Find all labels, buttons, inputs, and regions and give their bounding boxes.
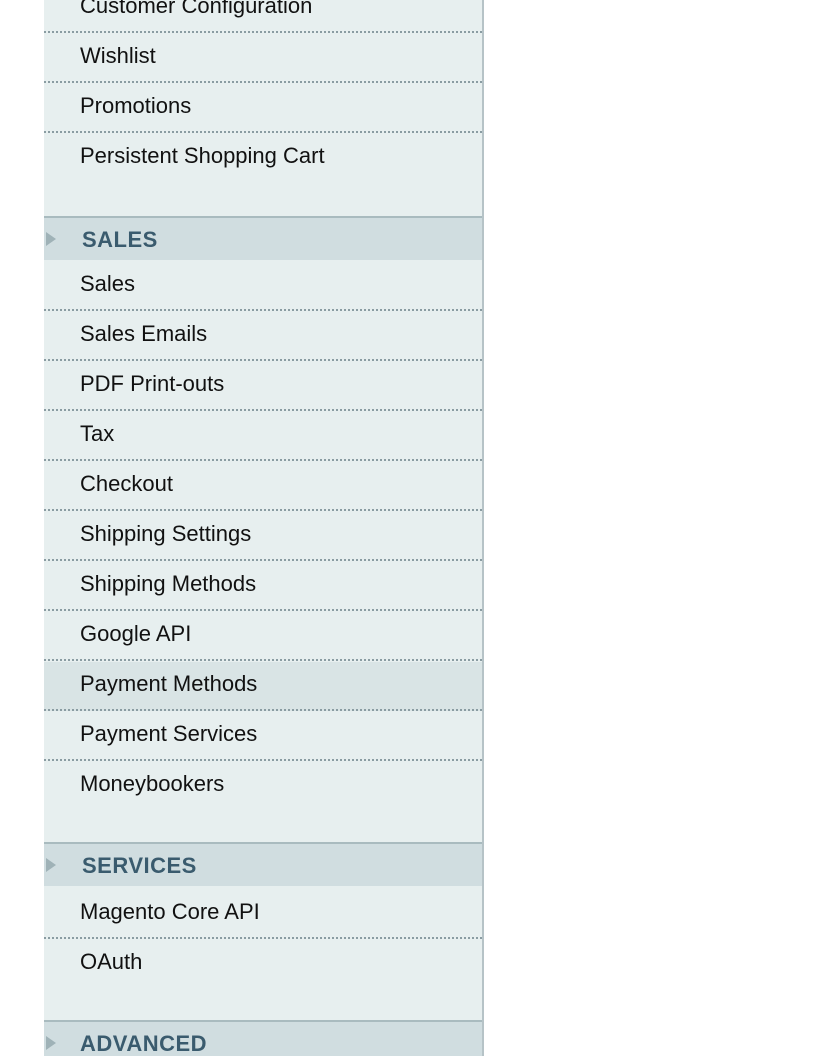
triangle-right-icon <box>46 232 56 246</box>
sidebar-item-label: Sales <box>80 271 136 296</box>
section-header-advanced[interactable]: ADVANCED <box>44 1020 482 1056</box>
sidebar-item-label: Wishlist <box>80 43 156 68</box>
sidebar-item-promotions[interactable]: Promotions <box>44 84 482 133</box>
section-title-sales: SALES <box>82 227 158 252</box>
sidebar-item-magento-core-api[interactable]: Magento Core API <box>44 890 482 939</box>
sidebar-item-shipping-settings[interactable]: Shipping Settings <box>44 512 482 561</box>
sidebar-item-label: Customer Configuration <box>80 0 313 18</box>
sidebar-item-label: Payment Services <box>80 721 258 746</box>
sidebar-item-label: Persistent Shopping Cart <box>80 143 325 168</box>
sidebar-item-label: Moneybookers <box>80 771 225 796</box>
sidebar-item-label: Sales Emails <box>80 321 208 346</box>
sidebar-item-label: Shipping Settings <box>80 521 252 546</box>
triangle-right-icon <box>46 1036 56 1050</box>
sidebar-item-google-api[interactable]: Google API <box>44 612 482 661</box>
section-header-sales[interactable]: SALES <box>44 216 482 260</box>
sidebar-item-label: PDF Print-outs <box>80 371 225 396</box>
sidebar-item-moneybookers[interactable]: Moneybookers <box>44 762 482 811</box>
sidebar-item-oauth[interactable]: OAuth <box>44 940 482 989</box>
config-sidebar: Customer Configuration Wishlist Promotio… <box>44 0 484 1056</box>
sidebar-item-label: Tax <box>80 421 115 446</box>
triangle-right-icon <box>46 858 56 872</box>
sidebar-item-checkout[interactable]: Checkout <box>44 462 482 511</box>
sidebar-item-sales[interactable]: Sales <box>44 262 482 311</box>
sidebar-item-payment-methods[interactable]: Payment Methods <box>44 662 482 711</box>
sidebar-item-label: Shipping Methods <box>80 571 257 596</box>
sidebar-item-tax[interactable]: Tax <box>44 412 482 461</box>
sidebar-item-pdf-print-outs[interactable]: PDF Print-outs <box>44 362 482 411</box>
sidebar-item-persistent-shopping-cart[interactable]: Persistent Shopping Cart <box>44 134 482 183</box>
sidebar-item-label: Checkout <box>80 471 173 496</box>
section-title-services: SERVICES <box>82 853 197 878</box>
sidebar-item-label: Payment Methods <box>80 671 258 696</box>
sidebar-item-shipping-methods[interactable]: Shipping Methods <box>44 562 482 611</box>
section-title-advanced: ADVANCED <box>80 1031 208 1056</box>
sidebar-item-sales-emails[interactable]: Sales Emails <box>44 312 482 361</box>
sidebar-item-label: Google API <box>80 621 192 646</box>
sidebar-item-label: OAuth <box>80 949 143 974</box>
sidebar-item-label: Promotions <box>80 93 192 118</box>
section-header-services[interactable]: SERVICES <box>44 842 482 886</box>
sidebar-item-label: Magento Core API <box>80 899 260 924</box>
sidebar-item-customer-configuration[interactable]: Customer Configuration <box>44 0 482 33</box>
sidebar-item-wishlist[interactable]: Wishlist <box>44 34 482 83</box>
sidebar-item-payment-services[interactable]: Payment Services <box>44 712 482 761</box>
